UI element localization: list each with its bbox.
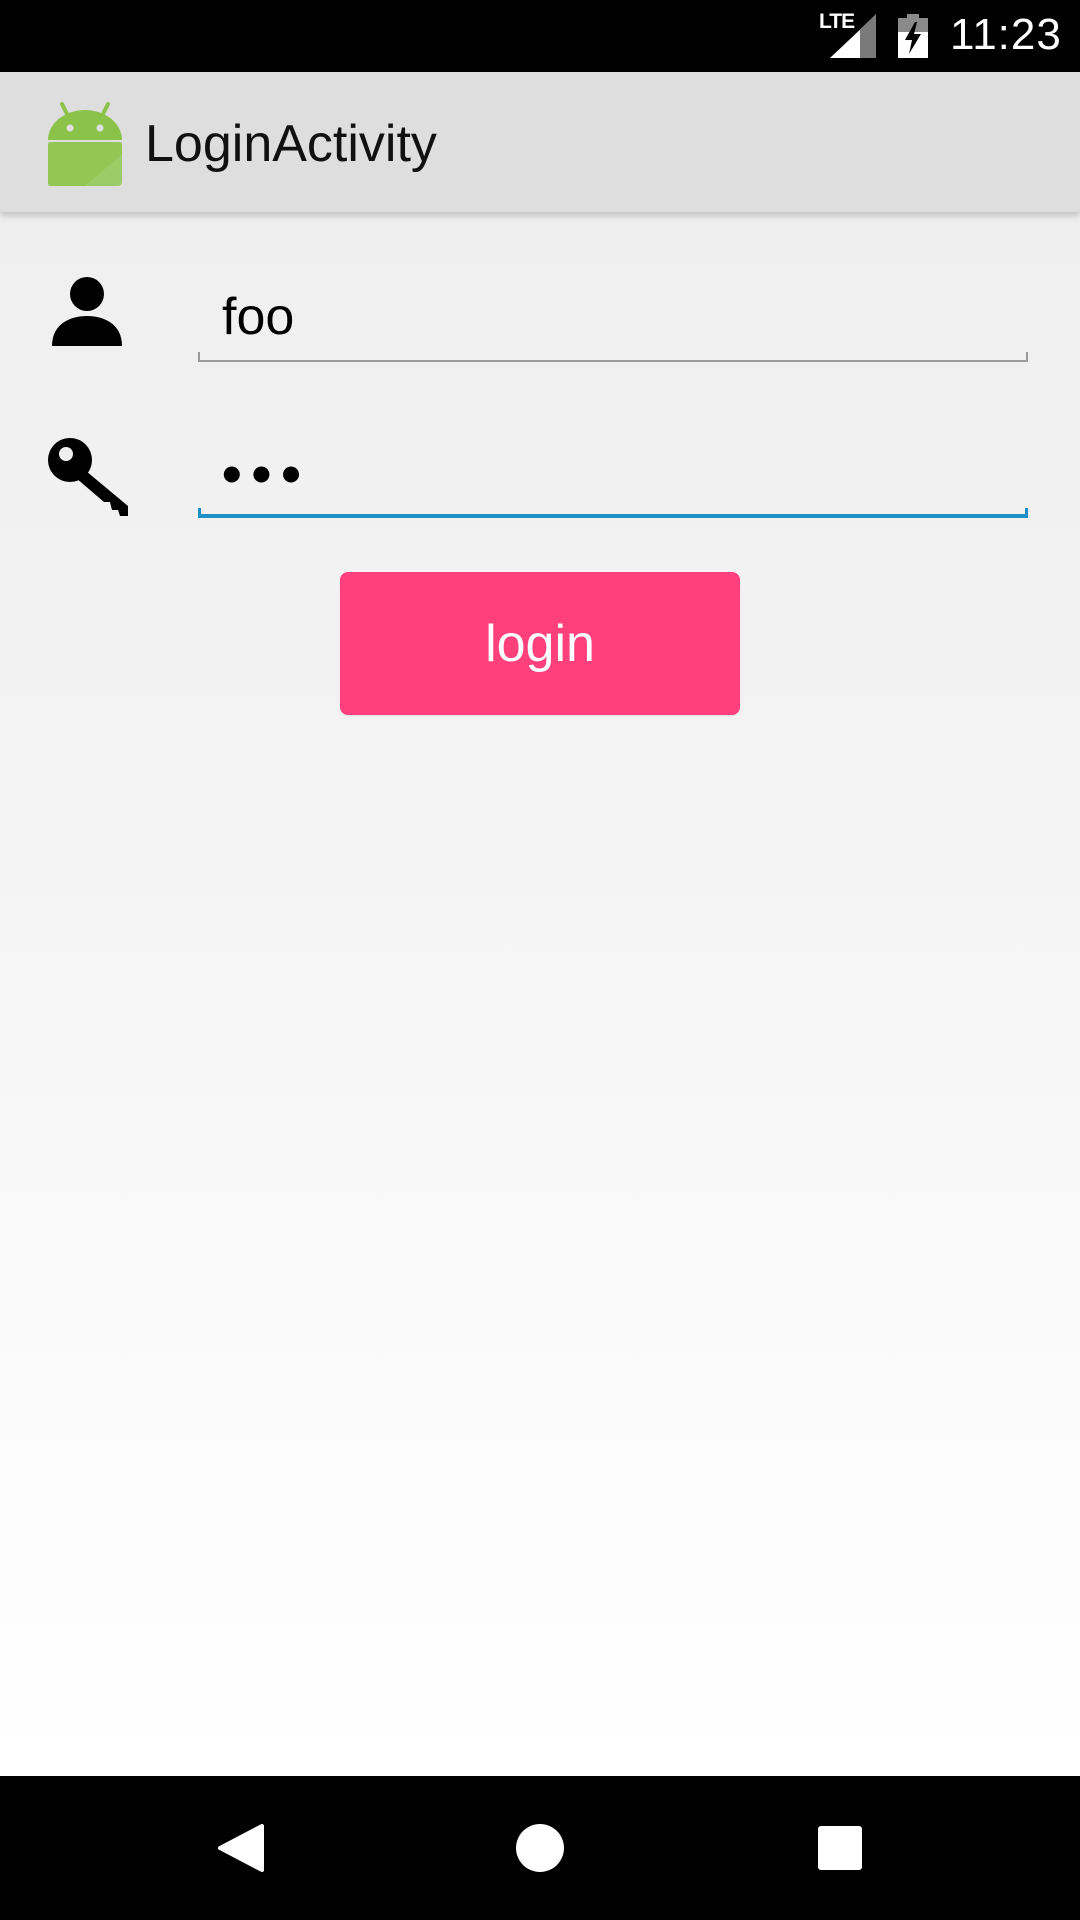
navigation-bar — [0, 1776, 1080, 1920]
recents-icon[interactable] — [800, 1808, 880, 1888]
username-input[interactable] — [222, 282, 1012, 352]
page-title: LoginActivity — [145, 115, 437, 173]
status-bar: LTE 11:23 — [0, 0, 1080, 72]
person-icon — [52, 277, 122, 346]
username-underline — [198, 352, 1028, 362]
home-icon[interactable] — [500, 1808, 580, 1888]
password-input[interactable] — [222, 438, 1012, 508]
key-icon — [48, 438, 128, 516]
battery-charging-icon — [898, 14, 928, 58]
login-button[interactable]: login — [340, 572, 740, 715]
app-bar: LoginActivity — [0, 72, 1080, 212]
username-field[interactable] — [198, 282, 1028, 362]
clock: 11:23 — [950, 10, 1062, 59]
login-form: login — [0, 212, 1080, 1776]
android-icon — [48, 102, 122, 186]
signal-icon — [830, 14, 876, 58]
back-icon[interactable] — [200, 1808, 280, 1888]
password-underline — [198, 508, 1028, 518]
password-field[interactable] — [198, 438, 1028, 518]
